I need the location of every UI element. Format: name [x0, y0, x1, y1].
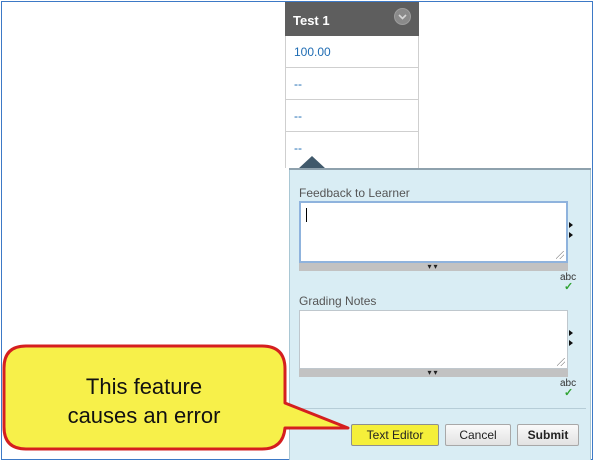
callout-text: This feature causes an error: [18, 372, 270, 430]
callout-line-1: This feature: [85, 374, 203, 399]
callout-line-2: causes an error: [67, 403, 221, 428]
